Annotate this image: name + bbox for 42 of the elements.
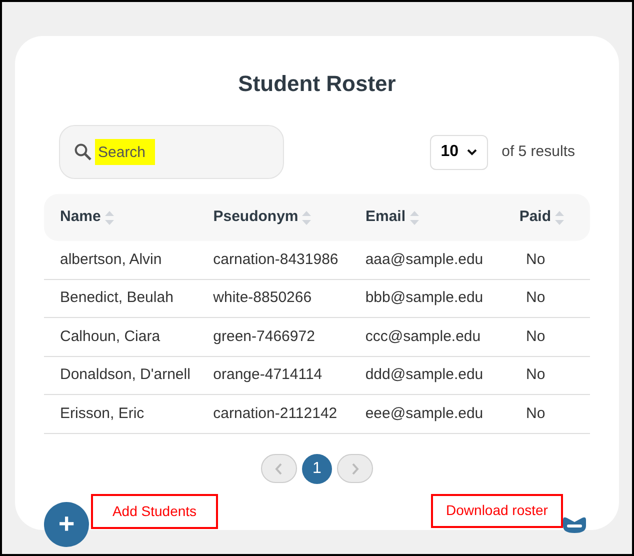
table-cell-text: Calhoun, Ciara: [60, 326, 160, 346]
table-cell-text: ddd@sample.edu: [365, 365, 484, 385]
chevron-down-icon: [466, 148, 477, 156]
table-cell-text: green-7466972: [213, 326, 315, 346]
sort-icon[interactable]: [555, 210, 564, 226]
table-cell-text: orange-4714114: [213, 365, 322, 385]
column-header[interactable]: Name: [60, 206, 101, 229]
roster-title: Student Roster: [237, 70, 397, 98]
sort-icon[interactable]: [302, 210, 312, 226]
table-cell-text: No: [526, 250, 546, 270]
table-cell-text: white-8850266: [213, 288, 312, 308]
table-cell-text: No: [526, 288, 546, 308]
download-roster-label: Download roster: [431, 494, 563, 528]
column-header[interactable]: Pseudonym: [213, 206, 298, 229]
table-cell-text: No: [526, 404, 546, 424]
page-button[interactable]: 1: [302, 454, 332, 484]
sort-icon[interactable]: [104, 210, 114, 226]
add-button[interactable]: +: [44, 502, 89, 546]
table-cell-text: No: [526, 365, 546, 385]
table-cell-text: carnation-2112142: [213, 404, 338, 424]
previous-page-button[interactable]: [261, 454, 297, 483]
table-cell-text: aaa@sample.edu: [365, 250, 484, 270]
table-cell-text: bbb@sample.edu: [365, 288, 484, 308]
chevron-left-icon: [275, 462, 283, 474]
next-page-button[interactable]: [337, 454, 373, 483]
table-cell-text: Erisson, Eric: [60, 404, 144, 424]
column-header[interactable]: Paid: [519, 206, 552, 229]
table-cell-text: albertson, Alvin: [60, 250, 162, 270]
table-cell-text: carnation-8431986: [213, 250, 338, 270]
column-header[interactable]: Email: [366, 206, 406, 229]
sort-icon[interactable]: [410, 210, 419, 226]
results-count: of 5 results: [502, 142, 575, 162]
add-students-label: Add Students: [91, 494, 218, 528]
table-cell-text: Donaldson, D'arnell: [60, 365, 190, 385]
search-field[interactable]: Search: [95, 139, 155, 165]
table-cell-text: Benedict, Beulah: [60, 288, 174, 308]
table-cell-text: ccc@sample.edu: [365, 326, 481, 346]
chevron-right-icon: [351, 462, 359, 474]
page-size-select[interactable]: 10: [430, 134, 488, 170]
search-icon: [74, 143, 92, 161]
table-cell-text: No: [526, 326, 546, 346]
table-cell-text: eee@sample.edu: [365, 404, 484, 424]
